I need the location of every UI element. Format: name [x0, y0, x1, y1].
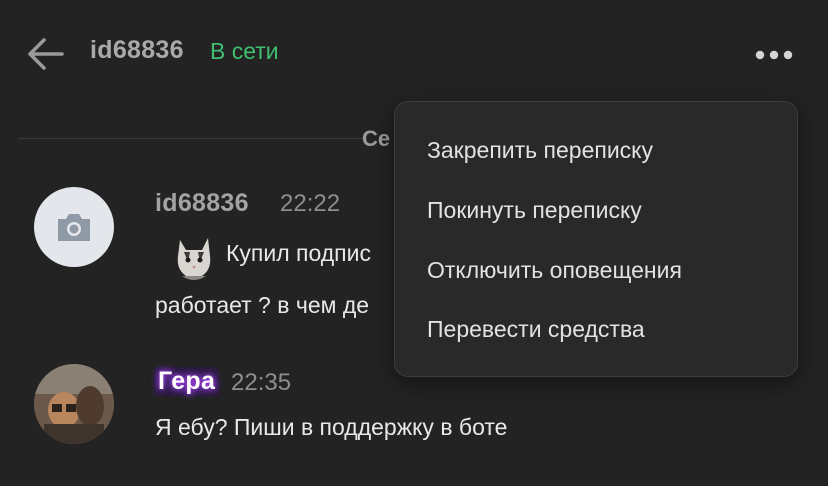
message-text: работает ? в чем де — [155, 292, 370, 318]
message-time: 22:22 — [280, 190, 341, 217]
message-text: Я ебу? Пиши в поддержку в боте — [155, 414, 508, 440]
user-photo — [34, 364, 114, 444]
chat-options-menu: Закрепить переписку Покинуть переписку О… — [394, 101, 798, 377]
message-text: Купил подпис — [226, 240, 371, 266]
chat-title: id68836 — [90, 36, 184, 64]
chat-window: id68836 В сети Се id68836 22:22 Купил по… — [0, 0, 828, 486]
message-author[interactable]: Гера — [154, 367, 220, 396]
message-author[interactable]: id68836 — [155, 189, 249, 218]
back-button[interactable] — [24, 34, 68, 74]
date-divider-line — [18, 138, 366, 139]
more-options-button[interactable] — [748, 40, 800, 70]
more-dots-icon — [755, 50, 793, 60]
date-divider-label: Се — [362, 126, 391, 151]
menu-item-mute-notifications[interactable]: Отключить оповещения — [395, 241, 797, 299]
avatar[interactable] — [34, 364, 114, 444]
avatar[interactable] — [34, 187, 114, 267]
menu-item-leave-chat[interactable]: Покинуть переписку — [395, 181, 797, 239]
chat-header: id68836 В сети — [0, 0, 828, 108]
menu-item-pin-chat[interactable]: Закрепить переписку — [395, 121, 797, 179]
camera-icon — [58, 214, 90, 241]
online-status: В сети — [210, 38, 279, 64]
message-time: 22:35 — [231, 369, 292, 396]
arrow-left-icon — [28, 38, 64, 70]
cat-sticker-icon — [172, 232, 216, 284]
menu-item-transfer-funds[interactable]: Перевести средства — [395, 300, 797, 358]
